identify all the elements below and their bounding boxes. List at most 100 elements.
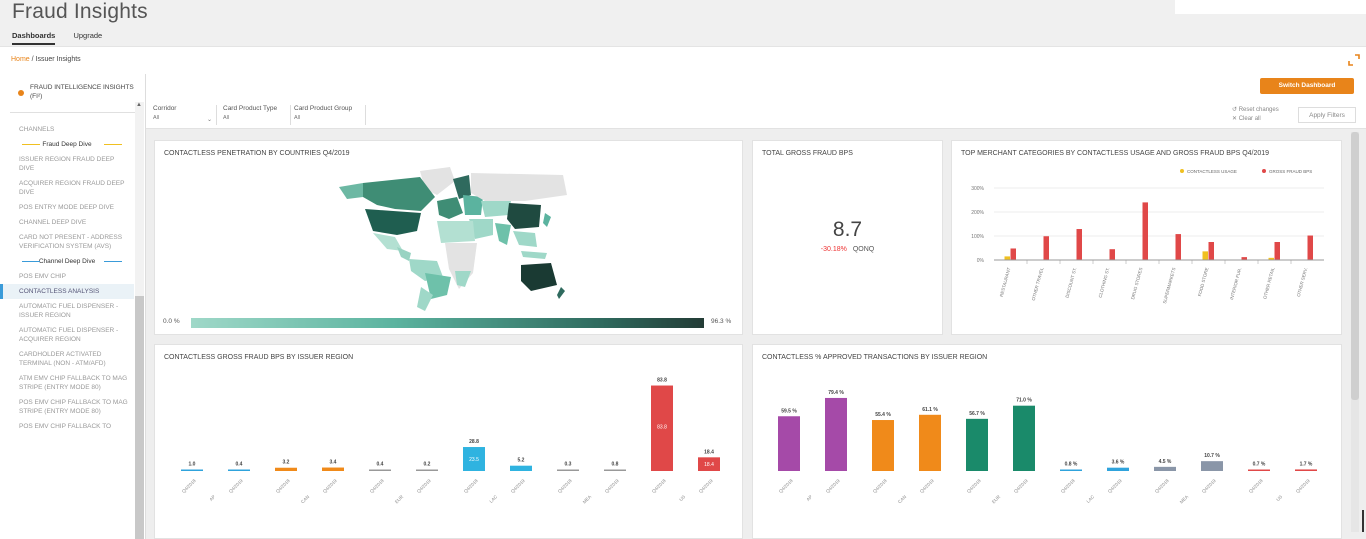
apply-filters-button[interactable]: Apply Filters bbox=[1298, 107, 1356, 123]
x-tick-label: INTERIOR FUR. bbox=[1229, 267, 1242, 300]
sidebar-item[interactable]: CONTACTLESS ANALYSIS bbox=[0, 284, 134, 299]
x-tick-label: Q4/2019 bbox=[1201, 478, 1217, 494]
x-tick-label: FOOD STORE bbox=[1197, 267, 1210, 297]
x-tick-label: OTHER SERV. bbox=[1296, 267, 1309, 297]
sidebar-item[interactable]: CHANNEL DEEP DIVE bbox=[0, 215, 134, 230]
breadcrumb-home[interactable]: Home bbox=[11, 56, 30, 63]
x-tick-label: Q4/2018 bbox=[966, 478, 982, 494]
section-line bbox=[22, 261, 40, 262]
section-line bbox=[104, 261, 122, 262]
sidebar-item[interactable]: ACQUIRER REGION FRAUD DEEP DIVE bbox=[0, 176, 134, 200]
sidebar-brand[interactable]: FRAUD INTELLIGENCE INSIGHTS (FI²) bbox=[18, 84, 136, 101]
sidebar-item[interactable]: CARD NOT PRESENT - ADDRESS VERIFICATION … bbox=[0, 230, 134, 254]
group-label: EUR bbox=[394, 494, 405, 505]
bar bbox=[1142, 202, 1148, 260]
expand-icon[interactable] bbox=[1348, 54, 1360, 66]
x-tick-label: Q4/2019 bbox=[1295, 478, 1311, 494]
data-label: 3.4 bbox=[330, 460, 337, 466]
section-line bbox=[22, 144, 40, 145]
bar bbox=[275, 467, 297, 471]
sidebar-item[interactable]: ATM EMV CHIP FALLBACK TO MAG STRIPE (ENT… bbox=[0, 371, 134, 395]
approved-region-card-title: CONTACTLESS % APPROVED TRANSACTIONS BY I… bbox=[762, 354, 988, 361]
bar bbox=[1076, 229, 1082, 260]
filter-corridor[interactable]: Corridor All ⌄ bbox=[153, 105, 217, 125]
x-tick-label: Q4/2019 bbox=[510, 478, 526, 494]
sidebar-list: CHANNELS Fraud Deep Dive ISSUER REGION FRA… bbox=[0, 122, 134, 434]
inner-data-label: 83.8 bbox=[657, 424, 667, 430]
sidebar-item[interactable]: POS EMV CHIP FALLBACK TO bbox=[0, 419, 134, 434]
reset-changes-link[interactable]: ↺ Reset changes bbox=[1232, 106, 1279, 115]
gross-fraud-bps-value: 8.7 bbox=[832, 218, 863, 241]
sidebar: FRAUD INTELLIGENCE INSIGHTS (FI²) CHANNE… bbox=[0, 74, 146, 539]
x-tick-label: Q4/2019 bbox=[825, 478, 841, 494]
bar bbox=[1109, 249, 1115, 260]
group-label: EUR bbox=[991, 494, 1002, 505]
x-tick-label: Q4/2018 bbox=[369, 478, 385, 494]
merchant-chart: 300% 200% 100% 0% CONTACTLESS USAGE GROSS FRA… bbox=[971, 169, 1324, 304]
map-indonesia bbox=[521, 251, 547, 259]
sidebar-item[interactable]: POS ENTRY MODE DEEP DIVE bbox=[0, 200, 134, 215]
sidebar-item[interactable]: AUTOMATIC FUEL DISPENSER - ISSUER REGION bbox=[0, 299, 134, 323]
filter-card-product-group[interactable]: Card Product Group All bbox=[294, 105, 366, 125]
title-bar: Fraud Insights Dashboards Upgrade bbox=[0, 0, 1366, 46]
x-tick-label: Q4/2018 bbox=[557, 478, 573, 494]
approved-region-chart: 59.5 % Q4/2018 79.4 % Q4/2019 55.4 % Q4/2018 6… bbox=[778, 390, 1317, 505]
bar bbox=[1208, 242, 1214, 260]
map-europe-west bbox=[437, 197, 463, 219]
sidebar-item[interactable]: ISSUER REGION FRAUD DEEP DIVE bbox=[0, 152, 134, 176]
bar bbox=[1107, 467, 1129, 471]
bar bbox=[1201, 461, 1223, 471]
data-label: 55.4 % bbox=[875, 412, 891, 418]
scroll-up-icon[interactable]: ▲ bbox=[136, 102, 142, 108]
x-tick-label: Q4/2018 bbox=[778, 478, 794, 494]
fraud-region-card-title: CONTACTLESS GROSS FRAUD BPS BY ISSUER RE… bbox=[164, 354, 354, 361]
kpi-card-title: TOTAL GROSS FRAUD BPS bbox=[762, 150, 853, 157]
group-label: CAN bbox=[897, 494, 907, 504]
legend-label: GROSS FRAUD BPS bbox=[1269, 169, 1312, 174]
kpi-change: -30.18% QONQ bbox=[753, 246, 942, 253]
nav-dashboards[interactable]: Dashboards bbox=[12, 31, 56, 45]
sidebar-item[interactable]: AUTOMATIC FUEL DISPENSER - ACQUIRER REGI… bbox=[0, 323, 134, 347]
main-scroll-thumb[interactable] bbox=[1351, 132, 1359, 400]
x-tick-label: Q4/2019 bbox=[322, 478, 338, 494]
x-tick-label: Q4/2019 bbox=[1013, 478, 1029, 494]
map-russia bbox=[471, 173, 567, 201]
x-tick-label: OTHER TRAVEL bbox=[1031, 266, 1045, 301]
data-label: 71.0 % bbox=[1016, 398, 1032, 404]
clear-all-link[interactable]: ✕ Clear all bbox=[1232, 115, 1279, 124]
switch-dashboard-button[interactable]: Switch Dashboard bbox=[1260, 78, 1354, 94]
world-map[interactable] bbox=[325, 161, 575, 311]
sidebar-item[interactable]: CHANNELS bbox=[0, 122, 134, 137]
map-south-africa bbox=[455, 271, 471, 287]
bar bbox=[1274, 242, 1280, 260]
reset-controls: ↺ Reset changes ✕ Clear all bbox=[1232, 106, 1279, 124]
x-tick-label: Q4/2018 bbox=[1060, 478, 1076, 494]
bar bbox=[1013, 405, 1035, 471]
group-label: MEA bbox=[1179, 494, 1189, 504]
kpi-change-period: QONQ bbox=[852, 246, 875, 253]
x-tick-label: OTHER RETAIL bbox=[1262, 266, 1275, 299]
bar bbox=[1202, 251, 1208, 260]
sidebar-item[interactable]: POS EMV CHIP bbox=[0, 269, 134, 284]
sidebar-item[interactable]: CARDHOLDER ACTIVATED TERMINAL (NON - ATM… bbox=[0, 347, 134, 371]
bar bbox=[825, 397, 847, 471]
map-southeast-asia bbox=[513, 231, 537, 247]
x-tick-label: Q4/2018 bbox=[275, 478, 291, 494]
sidebar-item[interactable]: POS EMV CHIP FALLBACK TO MAG STRIPE (ENT… bbox=[0, 395, 134, 419]
filter-card-product-type-value: All bbox=[223, 115, 230, 121]
x-tick-label: Q4/2019 bbox=[416, 478, 432, 494]
legend-label: CONTACTLESS USAGE bbox=[1187, 169, 1237, 174]
fraud-region-card: CONTACTLESS GROSS FRAUD BPS BY ISSUER RE… bbox=[154, 344, 743, 539]
filter-card-product-type[interactable]: Card Product Type All bbox=[223, 105, 291, 125]
section-label: Fraud Deep Dive bbox=[42, 141, 92, 148]
data-label: 0.8 % bbox=[1065, 462, 1078, 468]
data-label: 56.7 % bbox=[969, 411, 985, 417]
nav-upgrade[interactable]: Upgrade bbox=[73, 31, 102, 43]
sidebar-scroll-thumb[interactable] bbox=[135, 296, 144, 539]
bar bbox=[1060, 469, 1082, 471]
filter-corridor-label: Corridor bbox=[153, 105, 177, 112]
map-card-title: CONTACTLESS PENETRATION BY COUNTRIES Q4/… bbox=[164, 150, 350, 157]
x-tick-label: DRUG STORES bbox=[1130, 267, 1143, 300]
brand-dot-icon bbox=[18, 90, 24, 96]
data-label: 4.5 % bbox=[1159, 459, 1172, 465]
